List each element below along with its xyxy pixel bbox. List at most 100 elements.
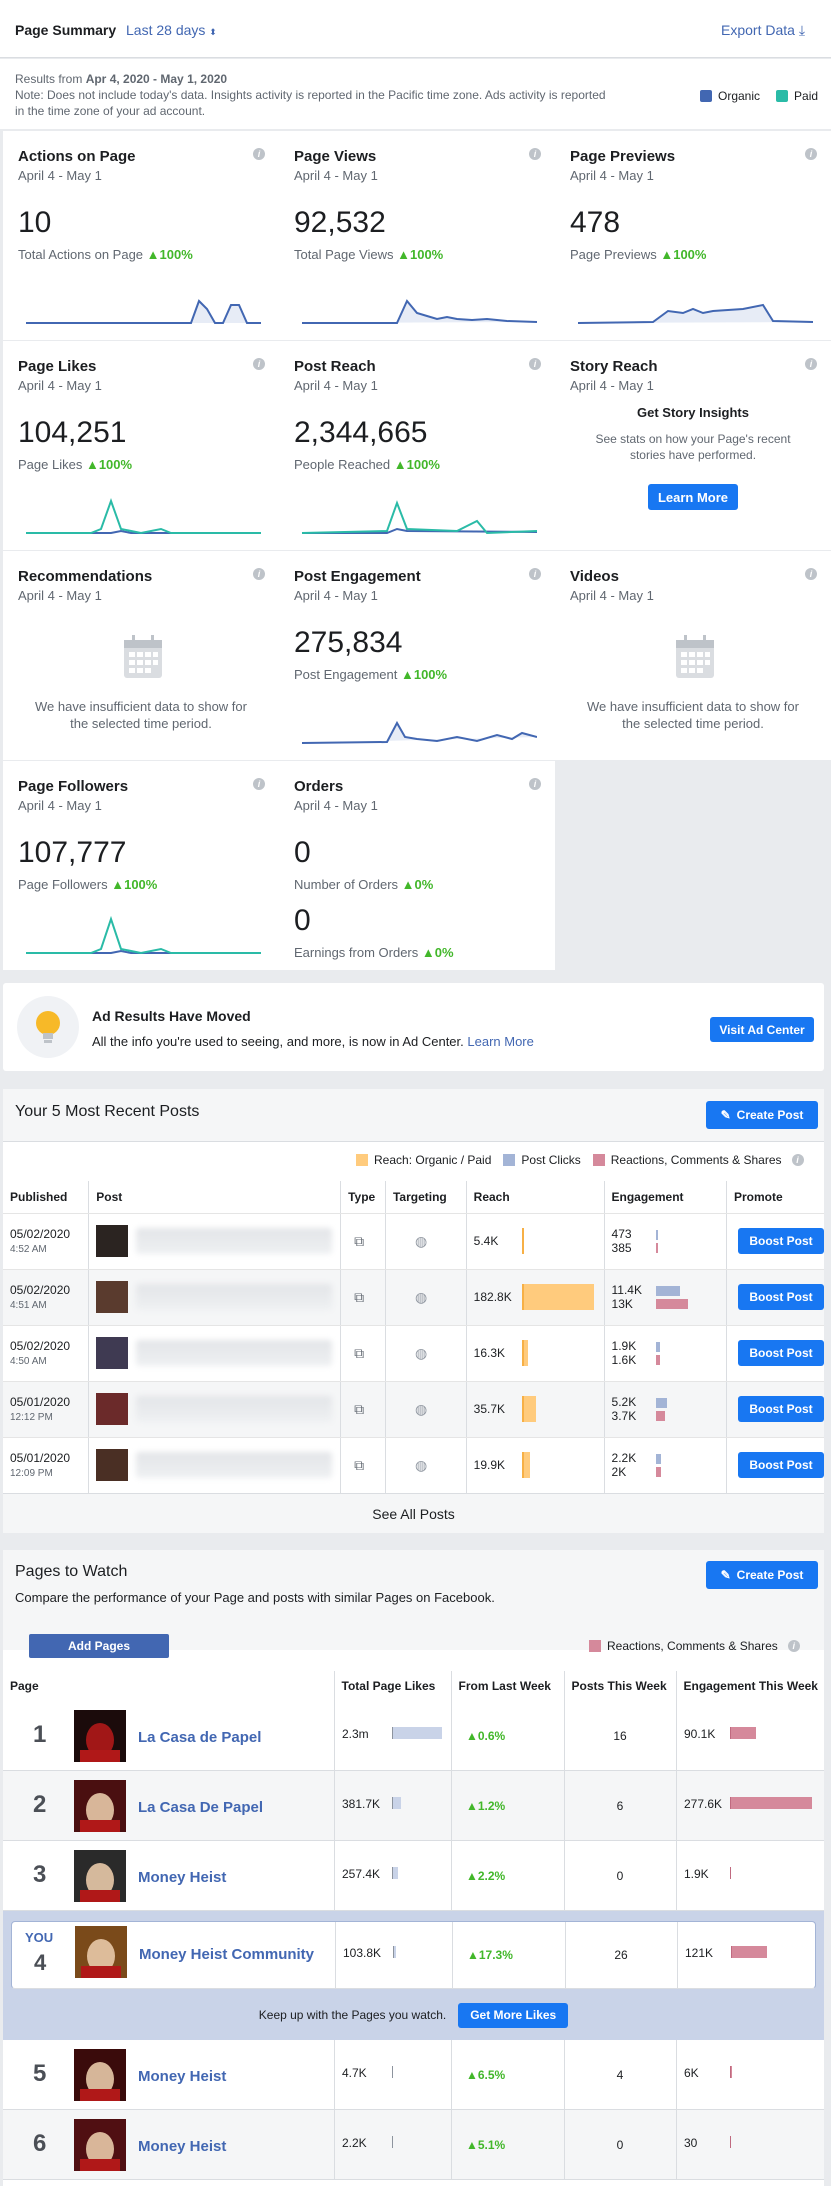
page-name-link[interactable]: Money Heist bbox=[138, 2068, 226, 2085]
see-all-posts-link[interactable]: See All Posts bbox=[3, 1493, 824, 1533]
table-row[interactable]: 05/01/2020 12:12 PM ⧉ ◍ 35.7K 5.2K 3.7K Bo… bbox=[3, 1381, 824, 1438]
card-actions-on-page[interactable]: Actions on Page i April 4 - May 1 10 Tota… bbox=[3, 131, 279, 340]
recent-legend: Reach: Organic / Paid Post Clicks Reacti… bbox=[356, 1153, 804, 1167]
page-name-link[interactable]: Money Heist Community bbox=[139, 1946, 314, 1963]
boost-post-button[interactable]: Boost Post bbox=[738, 1228, 824, 1254]
engagement-bar bbox=[730, 2136, 731, 2148]
post-thumbnail[interactable] bbox=[96, 1393, 129, 1425]
post-thumbnail[interactable] bbox=[96, 1225, 129, 1257]
table-row[interactable]: 1 La Casa de Papel 2.3m ▲0.6% 16 90.1K bbox=[3, 1701, 824, 1771]
card-orders[interactable]: Orders i April 4 - May 1 0 Number of Orde… bbox=[279, 761, 555, 970]
post-thumbnail[interactable] bbox=[96, 1337, 129, 1369]
col-from-last-week[interactable]: From Last Week bbox=[451, 1671, 565, 1702]
info-icon[interactable]: i bbox=[253, 358, 265, 370]
create-post-button[interactable]: ✎ Create Post bbox=[706, 1561, 818, 1589]
add-pages-button[interactable]: Add Pages bbox=[29, 1634, 169, 1658]
date-range-label: Last 28 days bbox=[126, 22, 206, 38]
export-data-link[interactable]: Export Data ⤓ bbox=[721, 22, 805, 39]
post-cell[interactable] bbox=[88, 1213, 342, 1270]
post-thumbnail[interactable] bbox=[96, 1281, 129, 1313]
boost-post-button[interactable]: Boost Post bbox=[738, 1396, 824, 1422]
card-title: Recommendations bbox=[18, 568, 153, 585]
page-avatar[interactable] bbox=[75, 1926, 127, 1978]
card-page-followers[interactable]: Page Followers i April 4 - May 1 107,777 … bbox=[3, 761, 279, 970]
page-avatar[interactable] bbox=[74, 2049, 126, 2101]
info-icon[interactable]: i bbox=[791, 1154, 804, 1166]
story-desc1: See stats on how your Page's recent bbox=[595, 432, 791, 446]
visit-ad-center-button[interactable]: Visit Ad Center bbox=[710, 1017, 814, 1042]
boost-post-button[interactable]: Boost Post bbox=[738, 1284, 824, 1310]
table-row[interactable]: 3 Money Heist 257.4K ▲2.2% 0 1.9K bbox=[3, 1841, 824, 1911]
card-post-engagement[interactable]: Post Engagement i April 4 - May 1 275,834… bbox=[279, 551, 555, 760]
col-published[interactable]: Published bbox=[3, 1181, 90, 1214]
page-avatar[interactable] bbox=[74, 1850, 126, 1902]
post-cell[interactable] bbox=[88, 1269, 342, 1326]
learn-more-button[interactable]: Learn More bbox=[648, 484, 738, 510]
notice-line3: in the time zone of your ad account. bbox=[15, 104, 206, 118]
post-text-blurred[interactable] bbox=[136, 1228, 333, 1254]
info-icon[interactable]: i bbox=[253, 778, 265, 790]
page-avatar[interactable] bbox=[74, 1710, 126, 1762]
date-range-dropdown[interactable]: Last 28 days ⬍ bbox=[126, 22, 217, 38]
page-avatar[interactable] bbox=[74, 1780, 126, 1832]
info-icon[interactable]: i bbox=[529, 358, 541, 370]
card-post-reach[interactable]: Post Reach i April 4 - May 1 2,344,665 Pe… bbox=[279, 341, 555, 550]
page-name-link[interactable]: La Casa de Papel bbox=[138, 1729, 261, 1746]
info-icon[interactable]: i bbox=[805, 148, 817, 160]
table-row[interactable]: 5 Money Heist 4.7K ▲6.5% 4 6K bbox=[3, 2040, 824, 2110]
post-text-blurred[interactable] bbox=[136, 1452, 333, 1478]
boost-post-button[interactable]: Boost Post bbox=[738, 1340, 824, 1366]
info-icon[interactable]: i bbox=[529, 148, 541, 160]
organic-swatch bbox=[700, 90, 712, 102]
get-more-likes-button[interactable]: Get More Likes bbox=[458, 2002, 569, 2028]
post-text-blurred[interactable] bbox=[136, 1396, 333, 1422]
create-post-label: Create Post bbox=[736, 1108, 804, 1122]
col-reach[interactable]: Reach bbox=[466, 1181, 605, 1214]
info-icon[interactable]: i bbox=[529, 568, 541, 580]
col-engagement[interactable]: Engagement bbox=[604, 1181, 728, 1214]
table-row[interactable]: 05/02/2020 4:50 AM ⧉ ◍ 16.3K 1.9K 1.6K Boo… bbox=[3, 1325, 824, 1382]
post-text-blurred[interactable] bbox=[136, 1284, 333, 1310]
post-text-blurred[interactable] bbox=[136, 1340, 333, 1366]
page-name-link[interactable]: La Casa De Papel bbox=[138, 1799, 263, 1816]
card-label: Page Previews bbox=[570, 247, 657, 262]
page-name-link[interactable]: Money Heist bbox=[138, 1869, 226, 1886]
page-avatar[interactable] bbox=[74, 2119, 126, 2171]
post-cell[interactable] bbox=[88, 1437, 342, 1494]
card-recommendations[interactable]: Recommendations i April 4 - May 1 We have… bbox=[3, 551, 279, 760]
info-icon[interactable]: i bbox=[253, 148, 265, 160]
post-thumbnail[interactable] bbox=[96, 1449, 129, 1481]
table-row[interactable]: 05/02/2020 4:51 AM ⧉ ◍ 182.8K 11.4K 13K Bo… bbox=[3, 1269, 824, 1326]
table-row[interactable]: 2 La Casa De Papel 381.7K ▲1.2% 6 277.6K bbox=[3, 1771, 824, 1841]
col-posts-this-week[interactable]: Posts This Week bbox=[564, 1671, 677, 1702]
info-icon[interactable]: i bbox=[253, 568, 265, 580]
card-videos[interactable]: Videos i April 4 - May 1 We have insuffic… bbox=[555, 551, 831, 760]
change-value: ▲2.2% bbox=[466, 1869, 506, 1883]
create-post-button[interactable]: ✎ Create Post bbox=[706, 1101, 818, 1129]
info-icon[interactable]: i bbox=[805, 568, 817, 580]
your-page-row[interactable]: YOU 4 Money Heist Community 103.8K ▲17.3… bbox=[11, 1921, 816, 1989]
info-icon[interactable]: i bbox=[805, 358, 817, 370]
col-engagement-this-week[interactable]: Engagement This Week bbox=[676, 1671, 824, 1702]
reactions-value: 1.6K bbox=[611, 1353, 637, 1367]
watch-legend: Reactions, Comments & Shares i bbox=[589, 1639, 800, 1653]
post-cell[interactable] bbox=[88, 1381, 342, 1438]
card-page-likes[interactable]: Page Likes i April 4 - May 1 104,251 Page… bbox=[3, 341, 279, 550]
info-icon[interactable]: i bbox=[787, 1640, 800, 1652]
info-icon[interactable]: i bbox=[529, 778, 541, 790]
learn-more-link[interactable]: Learn More bbox=[467, 1034, 533, 1049]
boost-post-button[interactable]: Boost Post bbox=[738, 1452, 824, 1478]
table-row[interactable]: 6 Money Heist 2.2K ▲5.1% 0 30 bbox=[3, 2110, 824, 2180]
card-page-previews[interactable]: Page Previews i April 4 - May 1 478 Page … bbox=[555, 131, 831, 340]
clicks-value: 5.2K bbox=[611, 1395, 637, 1409]
col-total-likes[interactable]: Total Page Likes bbox=[334, 1671, 452, 1702]
table-row[interactable]: 05/02/2020 4:52 AM ⧉ ◍ 5.4K 473 385 Boost … bbox=[3, 1213, 824, 1270]
total-likes-value: 2.2K bbox=[342, 2136, 367, 2150]
page-summary-header: Page Summary Last 28 days ⬍ Export Data … bbox=[0, 0, 831, 58]
page-name-link[interactable]: Money Heist bbox=[138, 2138, 226, 2155]
card-page-views[interactable]: Page Views i April 4 - May 1 92,532 Total… bbox=[279, 131, 555, 340]
post-cell[interactable] bbox=[88, 1325, 342, 1382]
change-value: ▲5.1% bbox=[466, 2138, 506, 2152]
card-story-reach[interactable]: Story Reach i April 4 - May 1 Get Story I… bbox=[555, 341, 831, 550]
table-row[interactable]: 05/01/2020 12:09 PM ⧉ ◍ 19.9K 2.2K 2K Boos… bbox=[3, 1437, 824, 1494]
